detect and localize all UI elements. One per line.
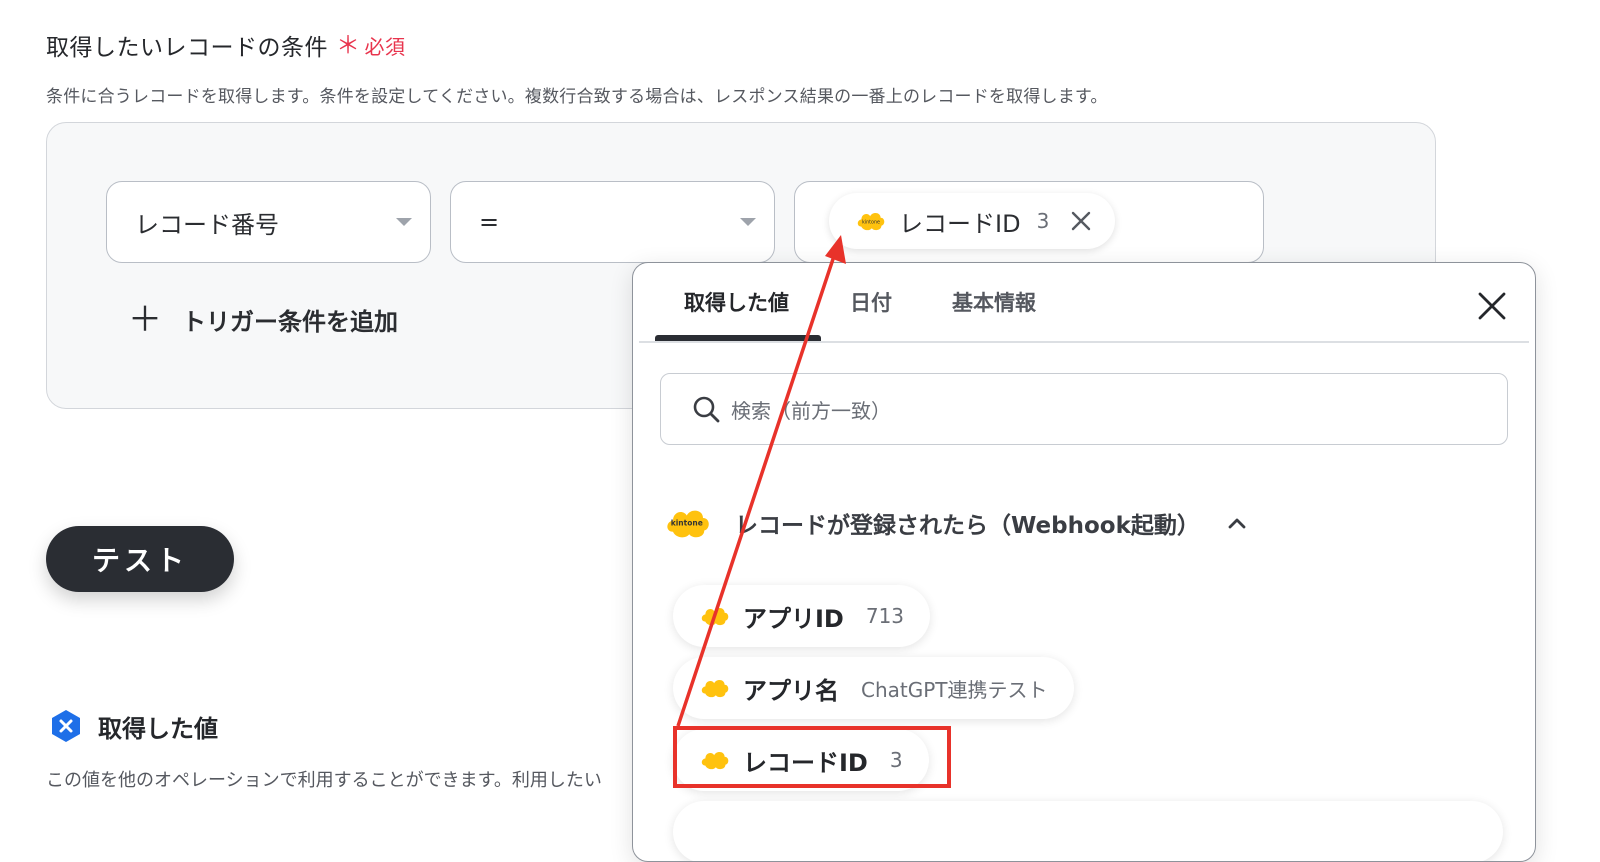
annotation-arrow [676,235,846,727]
